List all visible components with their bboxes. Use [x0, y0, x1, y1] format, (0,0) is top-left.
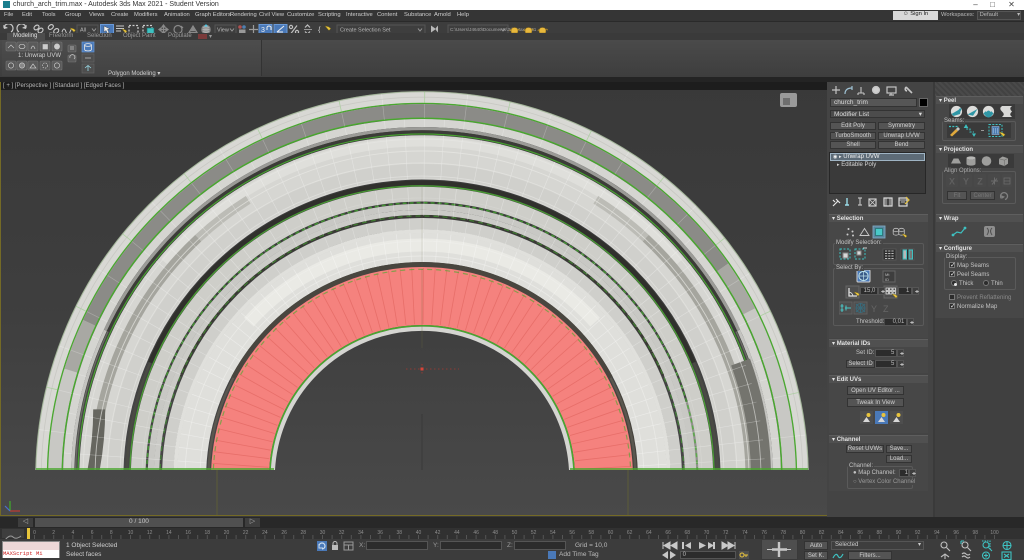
svg-text:Z: Z — [883, 304, 889, 314]
svg-text:86: 86 — [857, 530, 863, 536]
svg-text:36: 36 — [377, 530, 383, 536]
svg-text:90: 90 — [896, 530, 902, 536]
svg-text:Z: Z — [977, 177, 983, 187]
svg-text:22: 22 — [243, 530, 249, 536]
svg-text:24: 24 — [262, 530, 268, 536]
svg-text:38: 38 — [397, 530, 403, 536]
svg-text:42: 42 — [435, 530, 441, 536]
svg-text:80: 80 — [800, 530, 806, 536]
svg-text:4: 4 — [72, 530, 75, 536]
svg-text:8: 8 — [110, 530, 113, 536]
svg-text:78: 78 — [781, 530, 787, 536]
svg-text:64: 64 — [646, 530, 652, 536]
svg-text:30: 30 — [320, 530, 326, 536]
svg-text:52: 52 — [531, 530, 537, 536]
svg-text:76: 76 — [761, 530, 767, 536]
svg-text:68: 68 — [685, 530, 691, 536]
svg-text:40: 40 — [416, 530, 422, 536]
svg-text:88: 88 — [877, 530, 883, 536]
svg-text:72: 72 — [723, 530, 729, 536]
svg-text:98: 98 — [973, 530, 979, 536]
svg-text:84: 84 — [838, 530, 844, 536]
svg-text:56: 56 — [569, 530, 575, 536]
svg-text:12: 12 — [147, 530, 153, 536]
svg-text:Y: Y — [871, 304, 877, 314]
svg-text:70: 70 — [704, 530, 710, 536]
svg-text:92: 92 — [915, 530, 921, 536]
svg-text:X: X — [949, 177, 955, 187]
svg-text:28: 28 — [301, 530, 307, 536]
svg-text:96: 96 — [953, 530, 959, 536]
svg-text:32: 32 — [339, 530, 345, 536]
svg-text:16: 16 — [185, 530, 191, 536]
svg-text:58: 58 — [589, 530, 595, 536]
svg-text:26: 26 — [281, 530, 287, 536]
svg-text:74: 74 — [742, 530, 748, 536]
svg-text:82: 82 — [819, 530, 825, 536]
svg-text:54: 54 — [550, 530, 556, 536]
svg-text:66: 66 — [665, 530, 671, 536]
svg-text:20: 20 — [224, 530, 230, 536]
svg-text:14: 14 — [166, 530, 172, 536]
svg-text:18: 18 — [205, 530, 211, 536]
svg-text:34: 34 — [358, 530, 364, 536]
svg-text:48: 48 — [493, 530, 499, 536]
svg-text:46: 46 — [473, 530, 479, 536]
svg-text:ID: ID — [885, 277, 889, 282]
svg-text:10: 10 — [128, 530, 134, 536]
svg-text:50: 50 — [512, 530, 518, 536]
svg-text:100: 100 — [990, 530, 999, 536]
svg-text:0: 0 — [33, 530, 36, 536]
svg-text:44: 44 — [454, 530, 460, 536]
svg-text:94: 94 — [934, 530, 940, 536]
svg-text:Y: Y — [963, 177, 969, 187]
svg-text:2: 2 — [52, 530, 55, 536]
svg-text:60: 60 — [608, 530, 614, 536]
svg-text:62: 62 — [627, 530, 633, 536]
svg-text:6: 6 — [91, 530, 94, 536]
